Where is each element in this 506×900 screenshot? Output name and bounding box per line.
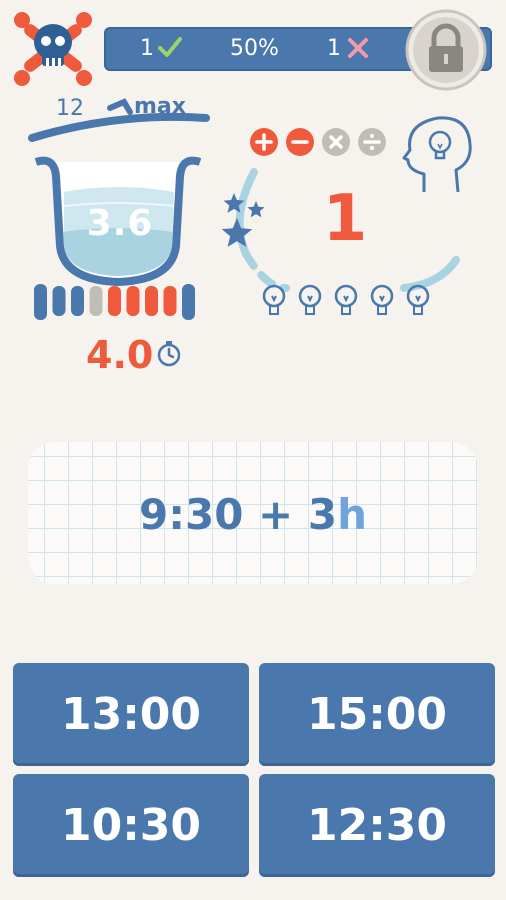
score-bar-content: 1 50% 1	[112, 33, 412, 65]
burner-segment	[182, 284, 195, 320]
burner-segment	[89, 286, 103, 316]
check-icon	[158, 37, 182, 57]
question-expression-text: 9:30 + 3	[138, 490, 338, 539]
lightbulb-icon	[298, 284, 322, 315]
correct-count: 1	[140, 36, 154, 61]
lock-icon	[405, 9, 487, 91]
lightbulb-icon	[262, 284, 286, 315]
burner-heat-scale	[34, 284, 195, 320]
answer-button-4[interactable]: 12:30	[259, 774, 495, 877]
accuracy-percent: 50%	[230, 36, 279, 61]
question-unit: h	[337, 490, 368, 539]
burner-segment	[145, 286, 158, 316]
lightbulb-icon	[370, 284, 394, 315]
lightbulb-icon	[406, 284, 430, 315]
answer-button-2[interactable]: 15:00	[259, 663, 495, 766]
pot-volume-value: 3.6	[86, 203, 154, 244]
wrong-count: 1	[327, 36, 341, 61]
burner-segment	[108, 286, 121, 316]
burner-segment	[126, 286, 140, 316]
stars-group	[220, 188, 272, 254]
answer-button-3[interactable]: 10:30	[13, 774, 249, 877]
answer-button-1[interactable]: 13:00	[13, 663, 249, 766]
skull-crossbones-icon[interactable]	[10, 8, 96, 90]
hint-bulbs	[260, 282, 440, 322]
timer-value: 4.0	[86, 333, 154, 377]
pot-lid	[28, 112, 210, 142]
lock-button[interactable]	[400, 8, 492, 92]
question-expression: 9:30 + 3h	[60, 490, 446, 539]
star-icon	[223, 193, 245, 213]
burner-segment	[71, 286, 84, 316]
star-icon	[247, 201, 265, 218]
level-number: 1	[322, 182, 368, 256]
lightbulb-icon	[334, 284, 358, 315]
stopwatch-icon	[157, 341, 181, 367]
star-icon	[221, 218, 253, 247]
burner-segment	[52, 286, 66, 316]
burner-segment	[163, 286, 177, 316]
cross-icon	[348, 38, 368, 58]
burner-segment	[34, 284, 47, 320]
